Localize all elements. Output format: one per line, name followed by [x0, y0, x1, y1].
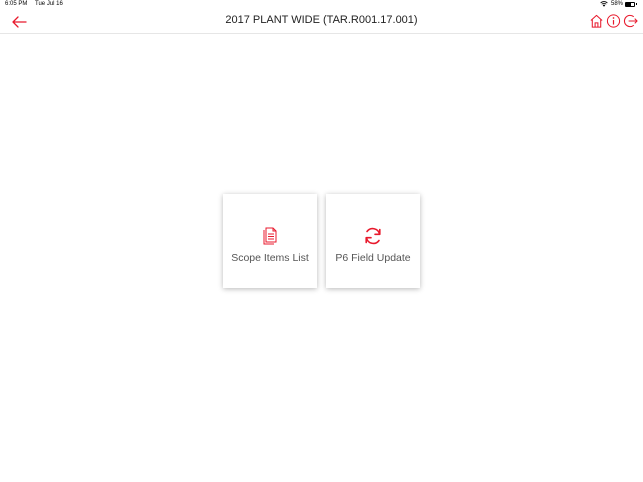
p6-field-update-tile[interactable]: P6 Field Update [326, 194, 420, 288]
battery-icon [625, 1, 635, 7]
scope-items-list-tile[interactable]: Scope Items List [223, 194, 317, 288]
status-time: 6:05 PM [5, 1, 28, 7]
tile-label: Scope Items List [231, 252, 309, 264]
status-right: 58% [600, 1, 637, 7]
page-title: 2017 PLANT WIDE (TAR.R001.17.001) [225, 14, 418, 26]
battery-percent: 58% [610, 1, 623, 7]
nav-bar: 2017 PLANT WIDE (TAR.R001.17.001) [0, 10, 643, 34]
status-left: 6:05 PM Tue Jul 16 [5, 1, 63, 7]
nav-actions [587, 13, 638, 29]
document-list-icon [263, 227, 277, 245]
wifi-icon [600, 1, 608, 7]
status-date: Tue Jul 16 [35, 1, 63, 7]
app-screen: 6:05 PM Tue Jul 16 58% 2017 PLANT WIDE (… [0, 0, 643, 482]
battery-fill [626, 2, 631, 6]
refresh-icon [365, 227, 381, 245]
info-icon[interactable] [606, 13, 621, 29]
home-icon[interactable] [589, 13, 604, 29]
logout-icon[interactable] [623, 13, 638, 29]
status-bar: 6:05 PM Tue Jul 16 58% [0, 0, 643, 10]
tile-label: P6 Field Update [335, 252, 411, 264]
battery-cap [636, 3, 637, 5]
